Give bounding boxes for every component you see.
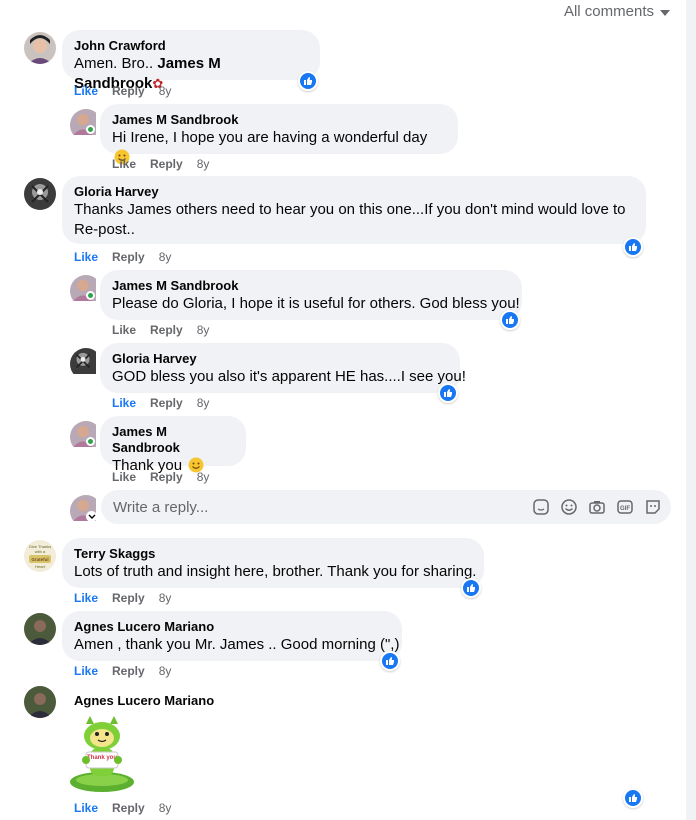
online-status-icon [86,125,95,134]
sort-dropdown[interactable]: All comments [564,3,670,20]
reply-button[interactable]: Reply [150,157,183,171]
comment-author[interactable]: James M Sandbrook [112,424,234,456]
like-button[interactable]: Like [112,470,136,484]
comment-author[interactable]: Gloria Harvey [112,351,448,367]
svg-text:GIF: GIF [620,506,630,512]
comment-bubble: James M Sandbrook Please do Gloria, I ho… [100,270,522,320]
comment-actions: Like Reply 8y [74,84,171,98]
timestamp[interactable]: 8y [159,664,172,678]
comment-author[interactable]: Gloria Harvey [74,184,634,200]
like-button[interactable]: Like [74,801,98,815]
comment-bubble: James M Sandbrook Hi Irene, I hope you a… [100,104,458,165]
comment-text: GOD bless you also it's apparent HE has.… [112,368,466,385]
comment-actions: Like Reply 8y [74,591,171,605]
timestamp[interactable]: 8y [197,396,210,410]
avatar[interactable] [70,109,102,141]
svg-text:Thank you: Thank you [87,755,117,761]
online-status-icon [86,291,95,300]
comment-actions: Like Reply 8y [112,470,209,484]
comment-author[interactable]: James M Sandbrook [112,112,446,128]
avatar[interactable] [70,275,102,307]
comment-author[interactable]: Terry Skaggs [74,546,472,562]
reply-button[interactable]: Reply [150,470,183,484]
comment-actions: Like Reply 8y [74,250,171,264]
like-reaction-icon[interactable] [461,578,481,598]
svg-text:Grateful: Grateful [31,557,48,562]
reply-button[interactable]: Reply [112,801,145,815]
comment-text: Lots of truth and insight here, brother.… [74,563,477,580]
like-reaction-icon[interactable] [380,651,400,671]
sticker-icon[interactable] [531,497,551,517]
like-button[interactable]: Like [74,664,98,678]
current-user-avatar[interactable] [70,495,102,527]
comment-text: Thanks James others need to hear you on … [74,201,626,218]
reply-button[interactable]: Reply [150,396,183,410]
like-reaction-icon[interactable] [298,71,318,91]
reply-button[interactable]: Reply [112,250,145,264]
timestamp[interactable]: 8y [159,801,172,815]
like-reaction-icon[interactable] [438,383,458,403]
reply-button[interactable]: Reply [112,664,145,678]
comment-bubble: Terry Skaggs Lots of truth and insight h… [62,538,484,588]
comment-bubble: John Crawford Amen. Bro.. James M Sandbr… [62,30,320,92]
timestamp[interactable]: 8y [197,323,210,337]
comment-text: Re-post.. [74,221,135,238]
like-button[interactable]: Like [74,591,98,605]
comment-author[interactable]: John Crawford [74,38,308,54]
timestamp[interactable]: 8y [159,84,172,98]
like-button[interactable]: Like [74,84,98,98]
comment-bubble: James M Sandbrook Thank you [100,416,246,474]
avatar[interactable] [24,686,56,718]
comment-actions: Like Reply 8y [74,801,171,815]
comment-bubble: Agnes Lucero Mariano Amen , thank you Mr… [62,611,402,661]
gif-icon[interactable]: GIF [615,497,635,517]
like-reaction-icon[interactable] [623,237,643,257]
camera-icon[interactable] [587,497,607,517]
svg-text:with a: with a [35,549,46,554]
comment-actions: Like Reply 8y [112,157,209,171]
thank-you-sticker[interactable]: Thank you [68,716,136,794]
emoji-icon[interactable] [559,497,579,517]
comment-author[interactable]: Agnes Lucero Mariano [74,693,214,709]
sort-label: All comments [563,3,654,20]
like-button[interactable]: Like [74,250,98,264]
comment-actions: Like Reply 8y [74,664,171,678]
comment-bubble: Gloria Harvey Thanks James others need t… [62,176,646,244]
like-button[interactable]: Like [112,396,136,410]
like-button[interactable]: Like [112,323,136,337]
composer-tools: GIF [531,497,663,517]
comment-text: Amen , thank you Mr. James .. Good morni… [74,636,400,653]
comment-bubble: Gloria Harvey GOD bless you also it's ap… [100,343,466,393]
online-status-icon [86,437,95,446]
avatar[interactable]: Give Thanks with a Grateful Heart [24,540,56,572]
avatar[interactable] [24,178,56,210]
svg-text:Heart: Heart [35,564,46,569]
like-reaction-icon[interactable] [623,788,643,808]
chevron-down-icon[interactable] [86,511,97,522]
comment-author[interactable]: James M Sandbrook [112,278,510,294]
reply-composer: GIF [101,490,671,524]
comment-actions: Like Reply 8y [112,396,209,410]
comment-actions: Like Reply 8y [112,323,209,337]
timestamp[interactable]: 8y [197,470,210,484]
reply-button[interactable]: Reply [112,84,145,98]
timestamp[interactable]: 8y [159,591,172,605]
comment-text: Please do Gloria, I hope it is useful fo… [112,295,520,312]
avatar[interactable] [24,613,56,645]
avatar-sticker-icon[interactable] [643,497,663,517]
chevron-down-icon [660,9,670,16]
timestamp[interactable]: 8y [197,157,210,171]
like-reaction-icon[interactable] [500,310,520,330]
timestamp[interactable]: 8y [159,250,172,264]
avatar[interactable] [24,32,56,64]
reply-input[interactable] [113,490,513,524]
avatar[interactable] [70,421,102,453]
avatar[interactable] [70,348,102,380]
like-button[interactable]: Like [112,157,136,171]
scrollbar-track[interactable] [686,0,696,820]
reply-button[interactable]: Reply [112,591,145,605]
reply-button[interactable]: Reply [150,323,183,337]
comment-author[interactable]: Agnes Lucero Mariano [74,619,390,635]
